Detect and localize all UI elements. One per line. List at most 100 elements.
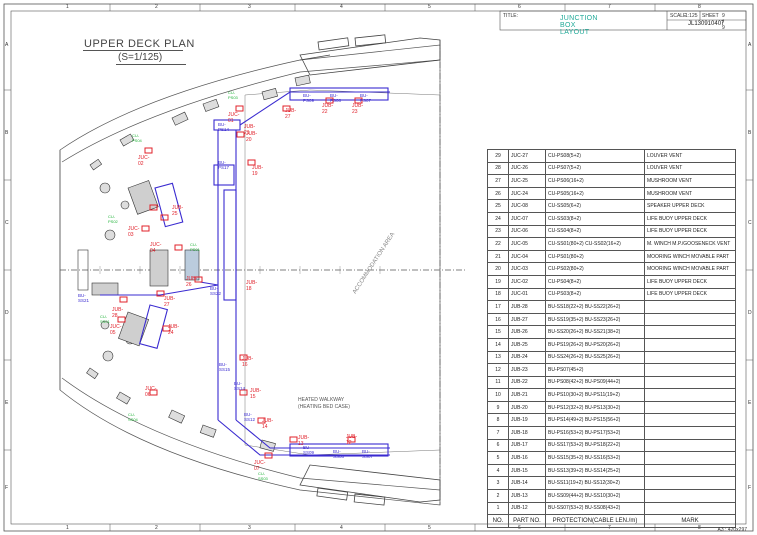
table-row: 21 JUC-04 CU-PS01(80+2) MOORING WINCH MOVAB… [487, 249, 736, 264]
table-cell-part: JUC-25 [508, 174, 546, 188]
bu-label: BU-SS14 [234, 381, 246, 391]
table-cell-no: 17 [487, 300, 509, 314]
table-cell-prot: BU-SS15(35+2) BU-SS16(53+2) [545, 451, 645, 465]
table-cell-mark [644, 476, 736, 491]
table-cell-no: 26 [487, 186, 509, 201]
grid-number: 5 [428, 525, 431, 531]
table-cell-prot: BU-SS07(53+2) BU-SS08(43+2) [545, 501, 645, 516]
table-cell-prot: BU-PS12(32+2) BU-PS13(30+2) [545, 400, 645, 415]
walkway-note-sub: (HEATING BED CASE) [298, 404, 350, 410]
table-cell-prot: BU-SS18(22+2) BU-SS22(26+2) [545, 300, 645, 314]
jub-label: JUB-15 [250, 388, 262, 400]
table-cell-no: 8 [487, 413, 509, 428]
table-cell-prot: CU-SS05(6+2) [545, 199, 645, 213]
table-cell-part: JUC-08 [508, 199, 546, 213]
table-cell-part: JUC-26 [508, 161, 546, 176]
grid-number: 2 [155, 4, 158, 10]
table-cell-mark [644, 312, 736, 327]
grid-number: 4 [340, 4, 343, 10]
table-cell-prot: CU-PS05(16+2) [545, 186, 645, 201]
table-cell-mark [644, 426, 736, 440]
table-row: 17 JUB-28 BU-SS18(22+2) BU-SS22(26+2) [487, 300, 736, 314]
table-cell-no: 25 [487, 199, 509, 213]
table-cell-mark: MOORING WINCH MOVABLE PART [644, 249, 736, 264]
table-row: 4 JUB-15 BU-SS13(39+2) BU-SS14(25+2) [487, 463, 736, 478]
grid-letter: D [5, 310, 9, 316]
jub-label: JUB-28 [112, 307, 124, 319]
table-cell-part: JUB-12 [508, 501, 546, 516]
table-cell-no: 9 [487, 400, 509, 415]
grid-number: 3 [248, 525, 251, 531]
table-cell-no: 10 [487, 388, 509, 402]
table-cell-mark [644, 337, 736, 352]
table-cell-part: JUB-13 [508, 489, 546, 503]
bu-label: BU-PS08 [330, 93, 342, 103]
walkway-note: HEATED WALKWAY [298, 397, 345, 403]
juc-label: JUC-06 [145, 386, 157, 398]
table-cell-part: JUB-24 [508, 350, 546, 365]
bu-label: BU-PS09 [303, 93, 315, 103]
grid-letter: F [748, 485, 752, 491]
juc-label: JUC-04 [150, 242, 162, 254]
grid-letter: B [748, 130, 752, 136]
table-cell-prot: CU-PS01(80+2) [545, 249, 645, 264]
table-cell-prot: CU-PS07(5+2) [545, 161, 645, 176]
grid-number: 3 [248, 4, 251, 10]
cu-label: CU-PS01 [190, 242, 200, 252]
grid-number: 2 [155, 525, 158, 531]
cu-label: CU-PS02 [108, 214, 118, 224]
cu-label: CU-PS03 [228, 90, 238, 100]
table-cell-part: JUB-26 [508, 325, 546, 339]
table-cell-mark: MOORING WINCH MOVABLE PART [644, 262, 736, 276]
table-cell-part: JUB-21 [508, 388, 546, 402]
table-header-no: NO. [487, 514, 509, 528]
table-cell-prot: BU-SS19(35+2) BU-SS23(26+2) [545, 312, 645, 327]
table-row: 3 JUB-14 BU-SS11(19+2) BU-SS12(30+2) [487, 476, 736, 491]
table-cell-mark [644, 375, 736, 390]
table-cell-mark: MUSHROOM VENT [644, 174, 736, 188]
grid-number: 4 [340, 525, 343, 531]
table-cell-prot: BU-PS08(42+2) BU-PS09(44+2) [545, 375, 645, 390]
plan-scale-underline [116, 64, 186, 65]
scale-value: 1:125 [685, 13, 698, 19]
grid-letter: A [5, 42, 9, 48]
cu-label: CU-SS04 [128, 412, 138, 422]
table-cell-no: 29 [487, 149, 509, 163]
table-cell-no: 15 [487, 325, 509, 339]
jub-label: JUB-24 [168, 324, 180, 336]
table-row: 23 JUC-06 CU-SS04(8+2) LIFE BUOY UPPER DECK [487, 224, 736, 239]
table-cell-part: JUC-07 [508, 211, 546, 226]
grid-letter: E [5, 400, 9, 406]
grid-number: 1 [66, 525, 69, 531]
bu-label: BU-SS22 [210, 286, 222, 296]
paper-size: A3 : 420x297 [717, 527, 747, 533]
bu-label: BU-PS07 [360, 93, 372, 103]
bow-structure-bottom [299, 464, 441, 506]
table-cell-prot: CU-PS04(8+2) [545, 274, 645, 289]
jub-label: JUB-16 [242, 356, 254, 368]
table-cell-prot: BU-PS14(49+2) BU-PS15(56+2) [545, 413, 645, 428]
table-header-protection: PROTECTION(CABLE LEN./m) [545, 514, 645, 528]
table-cell-no: 7 [487, 426, 509, 440]
table-row: 27 JUC-25 CU-PS06(16+2) MUSHROOM VENT [487, 174, 736, 188]
bu-label: BU-PS14 [218, 122, 230, 132]
bow-structure-top [299, 34, 441, 76]
table-cell-prot: CU-PS08(5+2) [545, 149, 645, 163]
plan-title-underline [83, 50, 183, 51]
plan-scale: (S=1/125) [118, 52, 163, 63]
table-row: 15 JUB-26 BU-SS20(26+2) BU-SS21(38+2) [487, 325, 736, 339]
jub-label: JUB-19 [252, 165, 264, 177]
table-cell-mark: LIFE BUOY UPPER DECK [644, 224, 736, 239]
table-cell-prot: BU-SS17(53+2) BU-PS18(22+2) [545, 438, 645, 453]
grid-letter: A [748, 42, 752, 48]
table-row: 25 JUC-08 CU-SS05(6+2) SPEAKER UPPER DECK [487, 199, 736, 213]
table-cell-part: JUB-17 [508, 438, 546, 453]
table-row: 18 JUC-01 CU-PS03(8+2) LIFE BUOY UPPER DECK [487, 287, 736, 302]
table-header-row: NO. PART NO. PROTECTION(CABLE LEN./m) MARK [487, 514, 736, 528]
table-row: 19 JUC-02 CU-PS04(8+2) LIFE BUOY UPPER DECK [487, 274, 736, 289]
grid-letter: B [5, 130, 9, 136]
scale-label: SCALE [670, 13, 687, 19]
table-cell-prot: BU-PS07(45+2) [545, 363, 645, 377]
table-cell-part: JUC-24 [508, 186, 546, 201]
table-cell-mark: LIFE BUOY UPPER DECK [644, 274, 736, 289]
